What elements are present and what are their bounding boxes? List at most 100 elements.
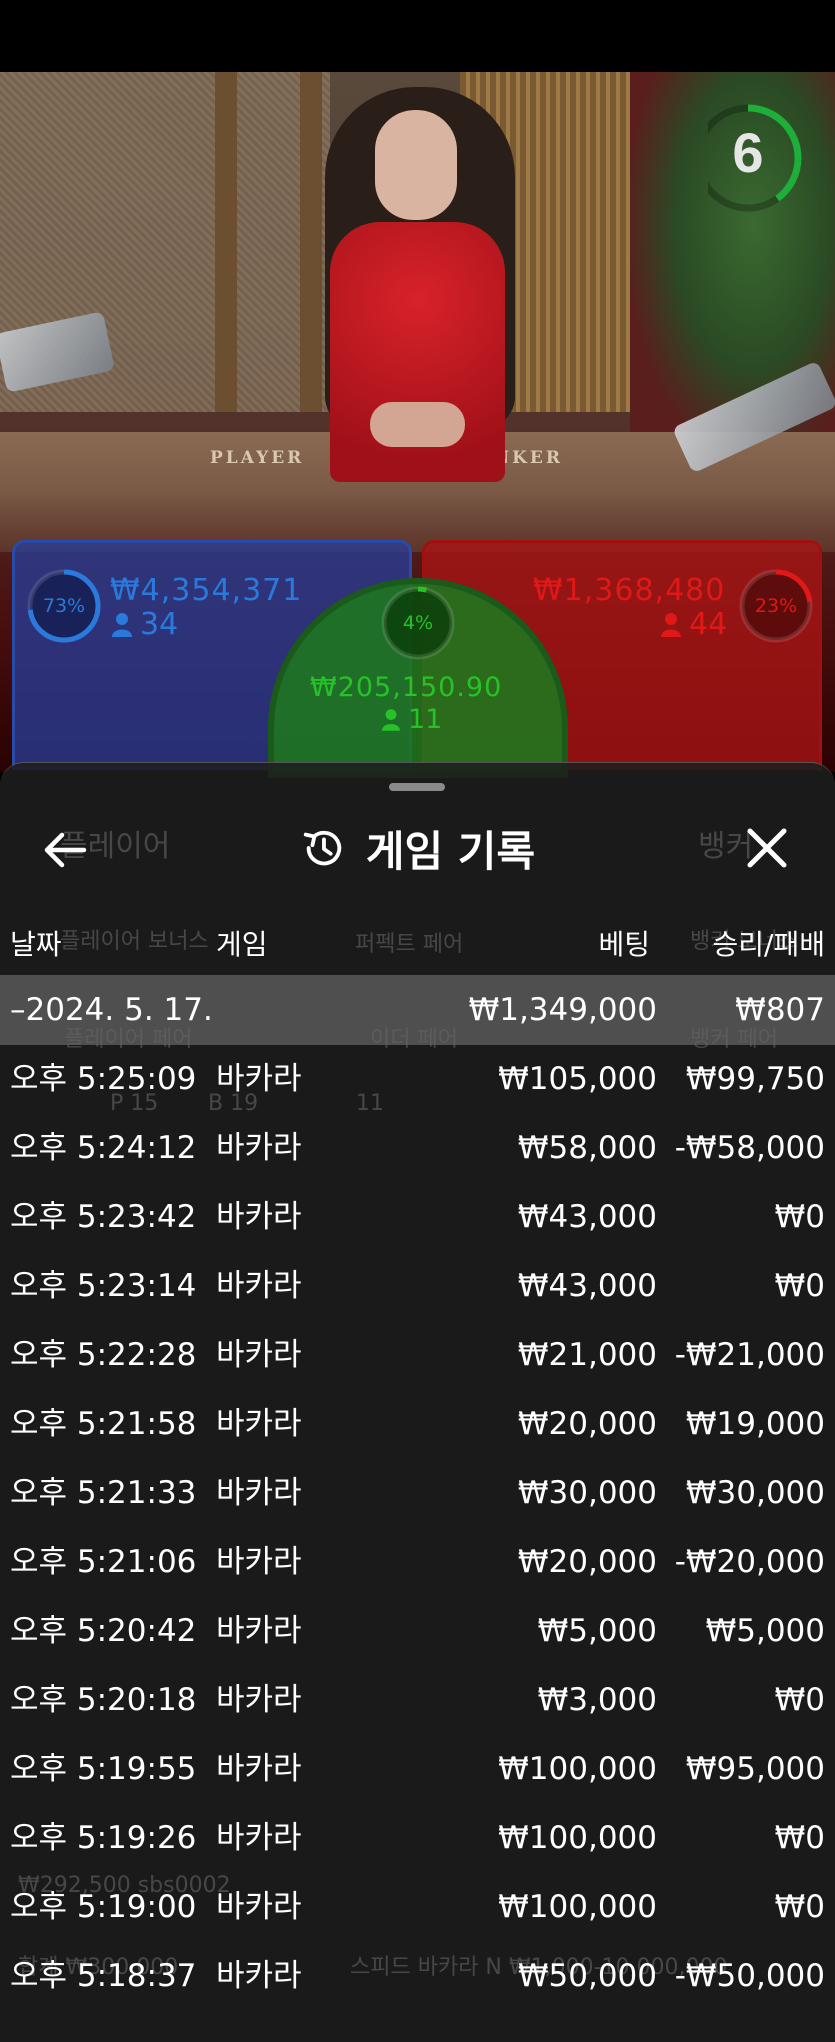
column-header-bet: 베팅 xyxy=(598,928,650,961)
history-row[interactable]: 오후 5:25:09 바카라 ₩105,000 ₩99,750 xyxy=(0,1045,835,1114)
tie-percent-ring: 4% xyxy=(379,584,457,662)
panel-header: 게임 기록 xyxy=(0,803,835,893)
row-game: 바카라 xyxy=(216,1682,302,1718)
row-game: 바카라 xyxy=(216,1889,302,1925)
row-bet: ₩105,000 xyxy=(498,1061,657,1097)
row-bet: ₩100,000 xyxy=(498,1751,657,1787)
row-result: ₩0 xyxy=(774,1889,825,1925)
row-result: -₩21,000 xyxy=(674,1337,825,1373)
row-result: ₩0 xyxy=(774,1199,825,1235)
row-game: 바카라 xyxy=(216,1199,302,1235)
panel-title-group: 게임 기록 xyxy=(0,803,835,893)
row-bet: ₩43,000 xyxy=(517,1268,657,1304)
row-bet: ₩100,000 xyxy=(498,1889,657,1925)
row-game: 바카라 xyxy=(216,1475,302,1511)
banker-percent-ring: 23% xyxy=(737,567,815,645)
history-row[interactable]: 오후 5:20:42 바카라 ₩5,000 ₩5,000 xyxy=(0,1597,835,1666)
history-row[interactable]: 오후 5:19:26 바카라 ₩100,000 ₩0 xyxy=(0,1804,835,1873)
row-result: ₩0 xyxy=(774,1820,825,1856)
history-row[interactable]: 오후 5:18:37 바카라 ₩50,000 -₩50,000 xyxy=(0,1942,835,2011)
person-icon xyxy=(382,708,400,731)
summary-date: –2024. 5. 17. xyxy=(10,992,213,1028)
dealer-face xyxy=(375,110,457,220)
row-bet: ₩3,000 xyxy=(537,1682,657,1718)
player-bettor-count: 34 xyxy=(140,607,179,642)
row-result: -₩20,000 xyxy=(674,1544,825,1580)
history-row[interactable]: 오후 5:20:18 바카라 ₩3,000 ₩0 xyxy=(0,1666,835,1735)
row-bet: ₩50,000 xyxy=(517,1958,657,1994)
row-time: 오후 5:23:14 xyxy=(10,1268,197,1304)
row-bet: ₩100,000 xyxy=(498,1820,657,1856)
row-time: 오후 5:20:18 xyxy=(10,1682,197,1718)
player-total-amount: ₩4,354,371 xyxy=(110,573,303,608)
row-bet: ₩20,000 xyxy=(517,1544,657,1580)
row-result: ₩0 xyxy=(774,1268,825,1304)
history-list: 오후 5:25:09 바카라 ₩105,000 ₩99,750 오후 5:24:12 바카… xyxy=(0,1045,835,2011)
banker-bettors: 44 xyxy=(661,607,727,642)
summary-result: ₩807 xyxy=(735,992,825,1028)
arrow-left-icon[interactable] xyxy=(40,825,90,875)
row-game: 바카라 xyxy=(216,1130,302,1166)
row-result: ₩99,750 xyxy=(685,1061,825,1097)
row-time: 오후 5:19:26 xyxy=(10,1820,197,1856)
game-history-panel: 플레이어 뱅커 플레이어 보너스 퍼펙트 페어 뱅커 보너스 플레이어 페어 이… xyxy=(0,762,835,2042)
date-summary-row[interactable]: –2024. 5. 17. ₩1,349,000 ₩807 xyxy=(0,975,835,1045)
history-row[interactable]: 오후 5:23:14 바카라 ₩43,000 ₩0 xyxy=(0,1252,835,1321)
column-header-game: 게임 xyxy=(216,928,268,961)
bg-perfect-pair: 퍼펙트 페어 xyxy=(355,932,464,957)
dealer-hands xyxy=(370,402,465,447)
row-result: -₩50,000 xyxy=(674,1958,825,1994)
summary-bet: ₩1,349,000 xyxy=(468,992,657,1028)
row-bet: ₩30,000 xyxy=(517,1475,657,1511)
row-game: 바카라 xyxy=(216,1751,302,1787)
history-row[interactable]: 오후 5:24:12 바카라 ₩58,000 -₩58,000 xyxy=(0,1114,835,1183)
row-game: 바카라 xyxy=(216,1820,302,1856)
row-bet: ₩43,000 xyxy=(517,1199,657,1235)
countdown-timer: 6 xyxy=(694,102,804,214)
row-game: 바카라 xyxy=(216,1958,302,1994)
person-icon xyxy=(112,612,132,637)
row-bet: ₩20,000 xyxy=(517,1406,657,1442)
row-time: 오후 5:22:28 xyxy=(10,1337,197,1373)
row-time: 오후 5:25:09 xyxy=(10,1061,197,1097)
person-icon xyxy=(661,612,681,637)
row-game: 바카라 xyxy=(216,1337,302,1373)
bet-statistics: 73% ₩4,354,371 34 ₩1,368,480 44 23% 4% ₩… xyxy=(0,540,835,778)
tie-bettor-count: 11 xyxy=(408,704,443,735)
history-row[interactable]: 오후 5:19:00 바카라 ₩100,000 ₩0 xyxy=(0,1873,835,1942)
row-time: 오후 5:21:58 xyxy=(10,1406,197,1442)
player-bettors: 34 xyxy=(112,607,178,642)
tie-percent: 4% xyxy=(402,612,434,634)
row-game: 바카라 xyxy=(216,1061,302,1097)
row-result: ₩95,000 xyxy=(685,1751,825,1787)
row-result: ₩5,000 xyxy=(705,1613,825,1649)
row-result: ₩30,000 xyxy=(685,1475,825,1511)
history-row[interactable]: 오후 5:23:42 바카라 ₩43,000 ₩0 xyxy=(0,1183,835,1252)
history-row[interactable]: 오후 5:21:33 바카라 ₩30,000 ₩30,000 xyxy=(0,1459,835,1528)
row-bet: ₩21,000 xyxy=(517,1337,657,1373)
history-row[interactable]: 오후 5:21:06 바카라 ₩20,000 -₩20,000 xyxy=(0,1528,835,1597)
column-header-date: 날짜 xyxy=(10,928,62,961)
row-time: 오후 5:21:06 xyxy=(10,1544,197,1580)
banker-percent: 23% xyxy=(754,595,798,617)
close-icon[interactable] xyxy=(742,823,792,873)
column-header-result: 승리/패배 xyxy=(712,928,825,961)
row-bet: ₩5,000 xyxy=(537,1613,657,1649)
row-game: 바카라 xyxy=(216,1544,302,1580)
row-time: 오후 5:24:12 xyxy=(10,1130,197,1166)
row-result: ₩0 xyxy=(774,1682,825,1718)
tie-bettors: 11 xyxy=(382,704,442,735)
bg-player-bonus: 플레이어 보너스 xyxy=(60,929,209,954)
wall-pillar xyxy=(300,72,322,412)
history-row[interactable]: 오후 5:21:58 바카라 ₩20,000 ₩19,000 xyxy=(0,1390,835,1459)
banker-bettor-count: 44 xyxy=(689,607,728,642)
history-icon xyxy=(303,830,342,866)
row-game: 바카라 xyxy=(216,1268,302,1304)
row-time: 오후 5:19:55 xyxy=(10,1751,197,1787)
player-percent: 73% xyxy=(42,595,86,617)
history-row[interactable]: 오후 5:19:55 바카라 ₩100,000 ₩95,000 xyxy=(0,1735,835,1804)
banker-total-amount: ₩1,368,480 xyxy=(533,573,726,608)
timer-value: 6 xyxy=(732,121,764,184)
drag-handle[interactable] xyxy=(389,783,445,791)
history-row[interactable]: 오후 5:22:28 바카라 ₩21,000 -₩21,000 xyxy=(0,1321,835,1390)
